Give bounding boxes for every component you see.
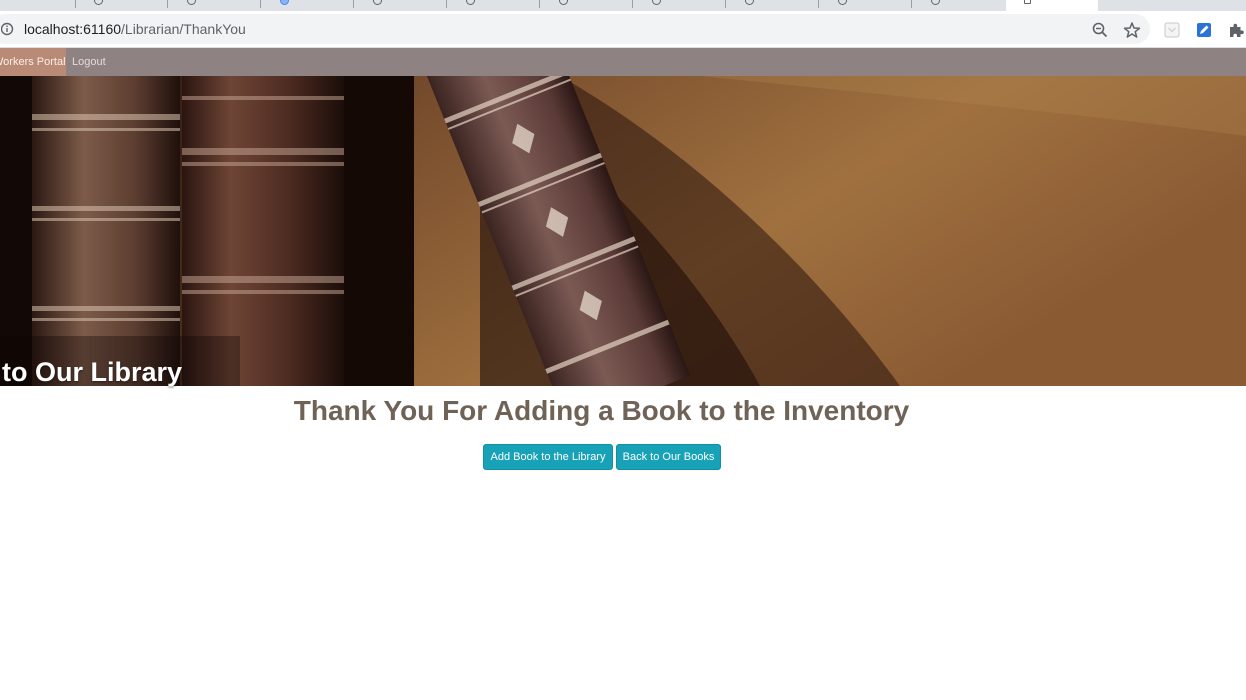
browser-tab[interactable] (262, 0, 354, 11)
browser-tab[interactable] (169, 0, 261, 11)
url-text[interactable]: localhost:61160/Librarian/ThankYou (24, 21, 246, 38)
extensions-puzzle-icon[interactable] (1227, 21, 1245, 39)
browser-tab[interactable] (820, 0, 912, 11)
browser-tab[interactable] (0, 0, 76, 11)
back-to-books-button[interactable]: Back to Our Books (616, 444, 721, 470)
pocket-extension-icon[interactable] (1163, 21, 1181, 39)
nav-link-logout[interactable]: Logout (72, 55, 106, 69)
url-host: localhost:61160 (24, 21, 122, 37)
tab-favicon-icon (466, 0, 475, 5)
hero-title: to Our Library (2, 357, 183, 387)
tab-favicon-icon (373, 0, 382, 5)
browser-tab[interactable] (541, 0, 633, 11)
tab-favicon-icon (280, 0, 289, 5)
browser-tab-strip (0, 0, 1246, 11)
edit-extension-icon[interactable] (1195, 21, 1213, 39)
browser-tab[interactable] (355, 0, 447, 11)
hero-banner (0, 76, 1246, 386)
url-path: /Librarian/ThankYou (121, 21, 246, 37)
tab-favicon-icon (94, 0, 103, 5)
info-icon[interactable] (1, 22, 15, 36)
page-heading: Thank You For Adding a Book to the Inven… (293, 395, 910, 426)
browser-tab[interactable] (634, 0, 726, 11)
browser-tab[interactable] (913, 0, 1005, 11)
site-navbar (0, 48, 1246, 76)
browser-tab-active[interactable] (1006, 0, 1098, 11)
tab-favicon-icon (931, 0, 940, 5)
tab-favicon-icon (652, 0, 661, 5)
add-book-button[interactable]: Add Book to the Library (483, 444, 613, 470)
bookmark-star-icon[interactable] (1123, 21, 1141, 39)
hero-books-image (0, 76, 1246, 386)
tab-favicon-icon (745, 0, 754, 5)
tab-favicon-icon (559, 0, 568, 5)
browser-tab[interactable] (727, 0, 819, 11)
tab-favicon-icon (187, 0, 196, 5)
tab-favicon-icon (1024, 0, 1031, 4)
nav-link-workers-portal[interactable]: Workers Portal (0, 55, 66, 69)
browser-tab[interactable] (76, 0, 168, 11)
tab-favicon-icon (838, 0, 847, 5)
zoom-out-icon[interactable] (1091, 21, 1109, 39)
browser-toolbar: localhost:61160/Librarian/ThankYou (0, 11, 1246, 48)
browser-tab[interactable] (448, 0, 540, 11)
